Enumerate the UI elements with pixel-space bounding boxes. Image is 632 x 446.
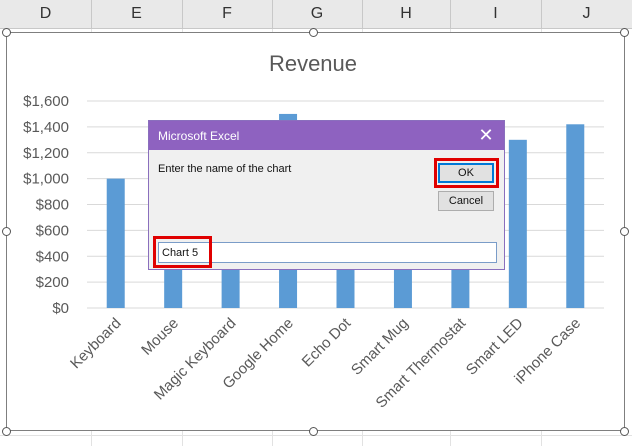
column-header-j[interactable]: J [541,0,632,28]
ok-button[interactable]: OK [438,163,494,183]
x-tick-label: Echo Dot [299,314,355,370]
chart-name-dialog: Microsoft Excel ✕ Enter the name of the … [148,120,505,270]
column-header-d[interactable]: D [0,0,92,28]
column-header-i[interactable]: I [450,0,542,28]
x-tick-label: Mouse [138,315,182,359]
bar-iphone-case[interactable] [566,124,585,308]
resize-handle-bottom-right[interactable] [620,427,629,436]
chart-title[interactable]: Revenue [269,51,357,76]
dialog-title: Microsoft Excel [158,128,240,143]
y-tick-label: $400 [36,248,69,265]
cancel-button[interactable]: Cancel [438,191,494,211]
resize-handle-middle-right[interactable] [620,227,629,236]
resize-handle-top-middle[interactable] [309,28,318,37]
dialog-prompt: Enter the name of the chart [158,163,292,175]
resize-handle-top-left[interactable] [2,28,11,37]
resize-handle-bottom-left[interactable] [2,427,11,436]
x-tick-label: Keyboard [67,315,124,372]
column-header-row: D E F G H I J [0,0,632,29]
chart-name-input[interactable] [158,242,497,263]
column-header-f[interactable]: F [182,0,273,28]
y-tick-label: $600 [36,222,69,239]
resize-handle-top-right[interactable] [620,28,629,37]
column-header-h[interactable]: H [362,0,451,28]
dialog-titlebar[interactable]: Microsoft Excel ✕ [149,121,504,150]
resize-handle-bottom-middle[interactable] [309,427,318,436]
resize-handle-middle-left[interactable] [2,227,11,236]
bar-smart-led[interactable] [508,139,527,308]
y-tick-label: $0 [52,300,69,317]
column-header-g[interactable]: G [272,0,363,28]
y-tick-label: $1,400 [23,119,69,136]
y-tick-label: $200 [36,274,69,291]
y-tick-label: $1,200 [23,145,69,162]
y-tick-label: $1,000 [23,171,69,188]
y-tick-label: $800 [36,197,69,214]
y-tick-label: $1,600 [23,93,69,110]
close-icon[interactable]: ✕ [476,125,496,145]
column-header-e[interactable]: E [91,0,183,28]
bar-keyboard[interactable] [106,178,125,308]
